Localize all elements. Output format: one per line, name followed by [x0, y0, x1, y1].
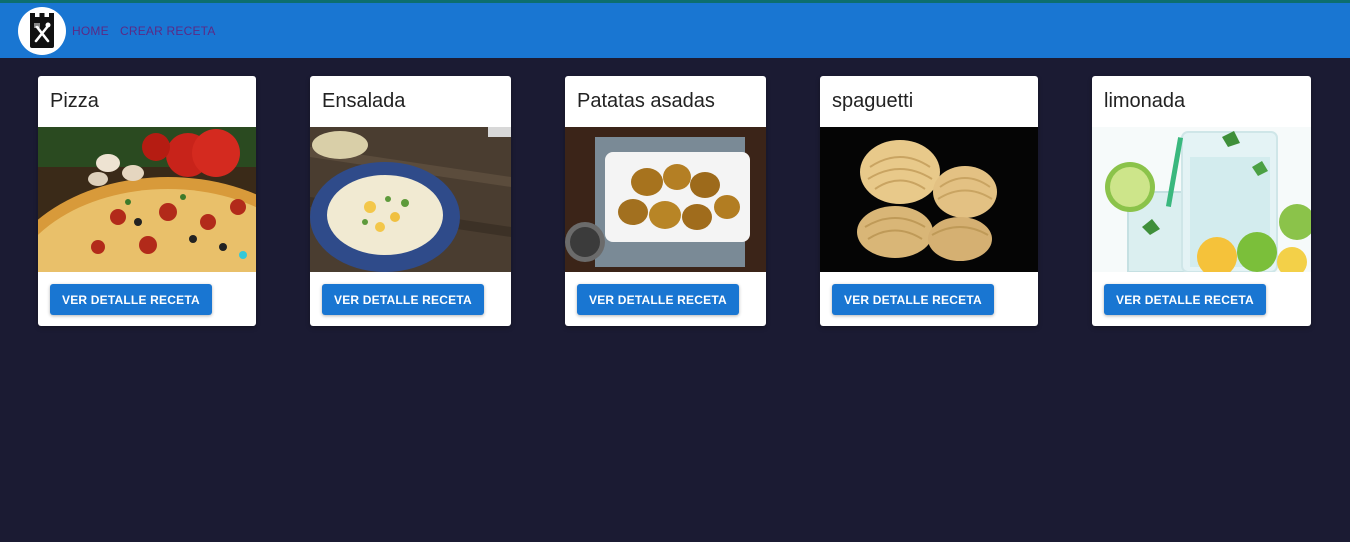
recipe-card: Ensalada VER DETALLE RECETA	[310, 76, 511, 326]
ver-detalle-button[interactable]: VER DETALLE RECETA	[577, 284, 739, 315]
recipe-card: spaguetti VER DETALLE RECETA	[820, 76, 1038, 326]
recipe-card: limonada VER DETALLE RECETA	[1092, 76, 1311, 326]
recipe-title: Ensalada	[322, 90, 406, 112]
ver-detalle-button[interactable]: VER DETALLE RECETA	[50, 284, 212, 315]
ver-detalle-button[interactable]: VER DETALLE RECETA	[1104, 284, 1266, 315]
pizza-photo	[38, 127, 256, 272]
restaurant-fork-knife-icon	[30, 13, 54, 48]
recipe-title: limonada	[1104, 90, 1186, 112]
recipe-title: Pizza	[50, 90, 99, 112]
navbar: HOME CREAR RECETA	[0, 3, 1350, 58]
roasted-potatoes-photo	[565, 127, 766, 272]
salad-bowl-photo	[310, 127, 511, 272]
ver-detalle-button[interactable]: VER DETALLE RECETA	[832, 284, 994, 315]
logo[interactable]	[18, 7, 66, 55]
recipe-card: Patatas asadas VER DETALLE RECETA	[565, 76, 766, 326]
pasta-nests-photo	[820, 127, 1038, 272]
lemonade-glasses-photo	[1092, 127, 1311, 272]
nav-link-home[interactable]: HOME	[72, 24, 109, 38]
recipe-title: Patatas asadas	[577, 90, 715, 112]
ver-detalle-button[interactable]: VER DETALLE RECETA	[322, 284, 484, 315]
recipe-title: spaguetti	[832, 90, 914, 112]
nav-link-crear-receta[interactable]: CREAR RECETA	[120, 24, 216, 38]
recipe-card: Pizza VER DETALLE RECETA	[38, 76, 256, 326]
